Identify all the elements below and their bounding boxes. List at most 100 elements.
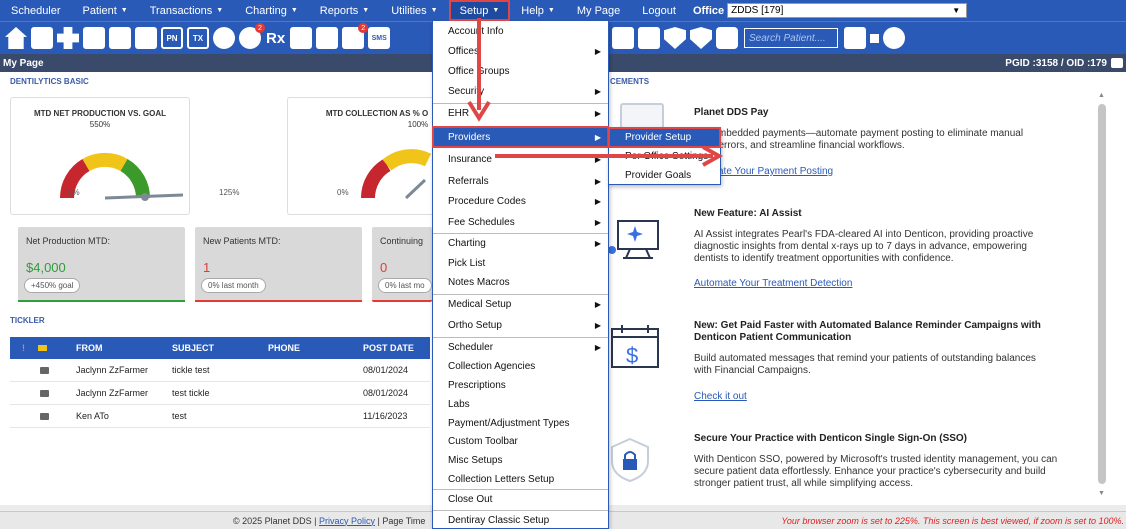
subject-header[interactable]: SUBJECT <box>172 343 214 353</box>
menu-setup[interactable]: Setup ▼ <box>448 0 511 21</box>
announcement-link[interactable]: Check it out <box>694 391 747 402</box>
patient-lookup-icon[interactable] <box>844 27 866 49</box>
patient-search-input[interactable]: Search Patient.... <box>744 28 838 48</box>
item-label: Dentiray Classic Setup <box>448 515 550 526</box>
calendar-icon[interactable] <box>31 27 53 49</box>
setup-scheduler[interactable]: Scheduler ▶ <box>433 337 608 357</box>
setup-ehr[interactable]: EHR ▶ <box>433 103 608 123</box>
stat-value: 1 <box>203 260 211 275</box>
pn-label: PN <box>166 33 178 43</box>
per-office-settings-item[interactable]: Per Office Settings <box>609 147 720 166</box>
home-icon[interactable] <box>5 27 27 49</box>
menu-charting[interactable]: Charting ▼ <box>234 0 309 21</box>
sms-icon[interactable]: SMS <box>368 27 391 49</box>
pen-chart-icon[interactable] <box>83 27 105 49</box>
setup-collection-agencies[interactable]: Collection Agencies <box>433 356 608 376</box>
item-label: Collection Letters Setup <box>448 473 555 485</box>
tx-icon[interactable]: TX <box>187 27 209 49</box>
provider-goals-item[interactable]: Provider Goals <box>609 166 720 185</box>
gauge-net-production: MTD NET PRODUCTION VS. GOAL 550% 0% 125% <box>10 97 239 215</box>
setup-offices[interactable]: Offices ▶ <box>433 41 608 61</box>
menu-patient[interactable]: Patient ▼ <box>72 0 139 21</box>
menu-logout[interactable]: Logout <box>631 0 687 21</box>
menu-my-page[interactable]: My Page <box>566 0 631 21</box>
setup-providers[interactable]: Providers ▶ <box>432 126 609 148</box>
row-subject: test <box>172 411 187 421</box>
announcements-section-title: CEMENTS <box>610 77 650 86</box>
setup-security[interactable]: Security ▶ <box>433 81 608 101</box>
caret-down-icon: ▼ <box>547 7 555 14</box>
menu-utilities[interactable]: Utilities ▼ <box>380 0 448 21</box>
from-header[interactable]: FROM <box>76 343 103 353</box>
menu-label: Help <box>521 4 544 17</box>
add-person-icon[interactable] <box>213 27 235 49</box>
setup-prescriptions[interactable]: Prescriptions <box>433 375 608 395</box>
privacy-policy-link[interactable]: Privacy Policy <box>319 516 375 526</box>
setup-procedure-codes[interactable]: Procedure Codes ▶ <box>433 191 608 211</box>
ai-monitor-icon <box>608 220 659 259</box>
announcement-link[interactable]: Automate Your Treatment Detection <box>694 278 852 289</box>
setup-pick-list[interactable]: Pick List <box>433 253 608 273</box>
world-notification-icon[interactable]: 2 <box>239 23 265 49</box>
document-badge-icon[interactable]: 2 <box>342 23 369 49</box>
rx-icon[interactable]: Rx <box>266 30 285 47</box>
setup-close-out[interactable]: Close Out <box>433 489 608 509</box>
scroll-thumb[interactable] <box>1098 104 1106 484</box>
item-label: Per Office Settings <box>625 151 709 162</box>
post-date-header[interactable]: POST DATE <box>363 343 414 353</box>
announcement-title: Planet DDS Pay <box>694 107 769 118</box>
group-search-icon[interactable] <box>883 27 905 49</box>
setup-collection-letters[interactable]: Collection Letters Setup <box>433 469 608 489</box>
setup-medical-setup[interactable]: Medical Setup ▶ <box>433 294 608 314</box>
checkbox-icon[interactable] <box>870 33 879 43</box>
setup-office-groups[interactable]: Office Groups <box>433 61 608 81</box>
document-icon[interactable] <box>638 27 660 49</box>
printer-icon[interactable] <box>1111 58 1123 68</box>
scroll-up-icon[interactable]: ▲ <box>1098 92 1105 99</box>
table-row[interactable]: Jaclynn ZzFarmer test tickle 08/01/2024 <box>10 382 430 405</box>
pn-icon[interactable]: PN <box>161 27 183 49</box>
row-from: Jaclynn ZzFarmer <box>76 388 149 398</box>
row-post-date: 08/01/2024 <box>363 388 409 398</box>
setup-labs[interactable]: Labs <box>433 394 608 414</box>
announcements-scrollbar[interactable]: ▲ ▼ <box>1096 90 1108 502</box>
setup-notes-macros[interactable]: Notes Macros <box>433 272 608 292</box>
expand-icon[interactable] <box>716 27 738 49</box>
setup-account-info[interactable]: Account Info <box>433 21 608 41</box>
stat-label: Net Production MTD: <box>26 236 111 246</box>
notes-icon[interactable] <box>290 27 313 49</box>
setup-misc-setups[interactable]: Misc Setups <box>433 450 608 470</box>
provider-setup-item[interactable]: Provider Setup <box>608 127 721 148</box>
setup-charting[interactable]: Charting ▶ <box>433 233 608 253</box>
shield-heart-icon[interactable] <box>690 27 712 49</box>
setup-custom-toolbar[interactable]: Custom Toolbar <box>433 431 608 451</box>
providers-submenu: Provider Setup Per Office Settings Provi… <box>608 127 721 185</box>
setup-fee-schedules[interactable]: Fee Schedules ▶ <box>433 212 608 232</box>
toolbar-right-group: Search Patient.... <box>610 27 907 49</box>
menu-transactions[interactable]: Transactions ▼ <box>139 0 235 21</box>
chat-icon[interactable] <box>316 27 339 49</box>
print-icon[interactable] <box>612 27 634 49</box>
dollar-icon[interactable] <box>57 27 79 49</box>
tooth-icon[interactable] <box>109 27 131 49</box>
table-row[interactable]: Jaclynn ZzFarmer tickle test 08/01/2024 <box>10 359 430 382</box>
shield-check-icon[interactable] <box>664 27 686 49</box>
setup-dentiray-classic[interactable]: Dentiray Classic Setup <box>433 510 608 529</box>
announcement-link[interactable]: ate Your Payment Posting <box>718 166 833 177</box>
setup-ortho-setup[interactable]: Ortho Setup ▶ <box>433 315 608 335</box>
announcement-title: Secure Your Practice with Denticon Singl… <box>694 433 968 444</box>
stat-net-production: Net Production MTD: $4,000 +450% goal <box>18 227 185 302</box>
setup-payment-adjustment-types[interactable]: Payment/Adjustment Types <box>433 413 608 433</box>
phone-header[interactable]: PHONE <box>268 343 300 353</box>
tooth-chart-icon[interactable] <box>135 27 157 49</box>
menu-scheduler[interactable]: Scheduler <box>0 0 72 21</box>
table-row[interactable]: Ken ATo test 11/16/2023 <box>10 405 430 428</box>
envelope-icon <box>40 412 49 420</box>
menu-help[interactable]: Help ▼ <box>510 0 566 21</box>
scroll-down-icon[interactable]: ▼ <box>1098 490 1105 497</box>
main-menubar: Scheduler Patient ▼ Transactions ▼ Chartin… <box>0 0 1126 21</box>
setup-referrals[interactable]: Referrals ▶ <box>433 171 608 191</box>
setup-insurance[interactable]: Insurance ▶ <box>433 149 608 169</box>
menu-reports[interactable]: Reports ▼ <box>309 0 380 21</box>
office-select[interactable]: ZDDS [179] ▼ <box>727 3 968 18</box>
